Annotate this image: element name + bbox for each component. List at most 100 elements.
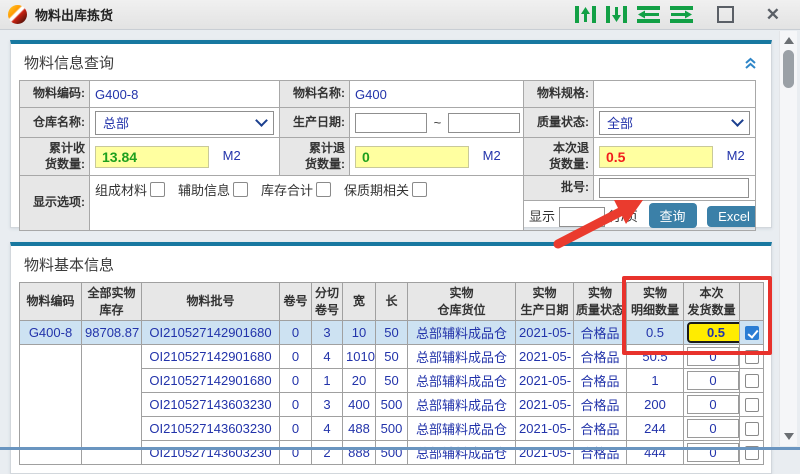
scroll-up-icon[interactable] xyxy=(784,37,794,44)
cell-batch: OI210527142901680 xyxy=(142,345,280,369)
cell-roll: 0 xyxy=(280,441,312,465)
material-spec-value xyxy=(594,81,756,108)
detail-panel-title: 物料基本信息 xyxy=(11,246,771,282)
display-option-label: 库存合计 xyxy=(261,180,313,199)
cell-roll: 0 xyxy=(280,321,312,345)
cell-width: 20 xyxy=(343,369,376,393)
batch-no-input[interactable] xyxy=(599,178,749,198)
cell-roll: 0 xyxy=(280,345,312,369)
cell-length: 500 xyxy=(376,417,408,441)
ship-qty-input[interactable]: 0.5 xyxy=(687,322,740,343)
cell-batch: OI210527143603230 xyxy=(142,441,280,465)
table-row[interactable]: OI21052714290168004101050总部辅料成品仓2021-05-… xyxy=(20,345,764,369)
cell-quality: 合格品 xyxy=(574,345,627,369)
row-checkbox[interactable] xyxy=(745,350,759,364)
close-button[interactable]: ✕ xyxy=(766,6,780,23)
cell-length: 50 xyxy=(376,345,408,369)
prod-date-label: 生产日期: xyxy=(280,108,350,138)
cell-check xyxy=(740,345,764,369)
cell-check xyxy=(740,441,764,465)
vertical-scrollbar[interactable] xyxy=(779,31,797,446)
column-header-date: 实物 生产日期 xyxy=(516,283,574,321)
dock-right-icon[interactable] xyxy=(670,6,693,23)
rows-per-page-input[interactable] xyxy=(559,207,605,227)
table-row[interactable]: G400-898708.87OI210527142901680031050总部辅… xyxy=(20,321,764,345)
dock-up-icon[interactable] xyxy=(575,6,596,23)
cell-quality: 合格品 xyxy=(574,417,627,441)
cell-total: 98708.87 xyxy=(82,321,142,345)
ship-qty-input[interactable]: 0 xyxy=(687,419,739,438)
column-header-width: 宽 xyxy=(343,283,376,321)
cell-width: 400 xyxy=(343,393,376,417)
column-header-length: 长 xyxy=(376,283,408,321)
row-checkbox[interactable] xyxy=(745,374,759,388)
ship-qty-input[interactable]: 0 xyxy=(687,371,739,390)
date-range-separator: ~ xyxy=(434,115,442,130)
query-form: 物料编码: G400-8 物料名称: G400 物料规格: 仓库名称: 总部 生… xyxy=(19,80,756,231)
cell-ship: 0 xyxy=(684,369,740,393)
display-option-label: 组成材料 xyxy=(95,180,147,199)
display-option: 组成材料 xyxy=(95,180,165,199)
cell-qty: 200 xyxy=(627,393,684,417)
ship-qty-input[interactable]: 0 xyxy=(687,395,739,414)
cell-roll: 0 xyxy=(280,417,312,441)
cell-length: 50 xyxy=(376,369,408,393)
quality-status-label: 质量状态: xyxy=(524,108,594,138)
display-option-checkbox[interactable] xyxy=(150,182,165,197)
cell-location: 总部辅料成品仓 xyxy=(408,417,516,441)
excel-button[interactable]: Excel xyxy=(707,206,755,227)
cell-split: 2 xyxy=(312,441,343,465)
warehouse-select[interactable]: 总部 xyxy=(95,111,274,135)
column-header-total: 全部实物 库存 xyxy=(82,283,142,321)
cell-check xyxy=(740,321,764,345)
scroll-down-icon[interactable] xyxy=(784,433,794,440)
quality-status-select[interactable]: 全部 xyxy=(599,111,750,135)
pager-prefix: 显示 xyxy=(529,209,555,224)
cell-check xyxy=(740,369,764,393)
dock-left-icon[interactable] xyxy=(637,6,660,23)
cell-qty: 1 xyxy=(627,369,684,393)
cell-qty: 244 xyxy=(627,417,684,441)
row-checkbox[interactable] xyxy=(745,326,759,340)
pager-row: 显示 行/页 查询 Excel xyxy=(524,201,756,231)
row-checkbox[interactable] xyxy=(745,398,759,412)
cell-qty: 50.5 xyxy=(627,345,684,369)
display-option-checkbox[interactable] xyxy=(316,182,331,197)
window-controls: ✕ xyxy=(575,6,786,23)
scroll-thumb[interactable] xyxy=(783,50,794,88)
column-header-check xyxy=(740,283,764,321)
display-option: 库存合计 xyxy=(261,180,331,199)
cell-code: G400-8 xyxy=(20,321,82,345)
dock-down-icon[interactable] xyxy=(606,6,627,23)
query-panel-title: 物料信息查询 xyxy=(11,44,771,80)
prod-date-from-input[interactable] xyxy=(355,113,427,133)
cell-ship: 0 xyxy=(684,441,740,465)
row-checkbox[interactable] xyxy=(745,422,759,436)
query-button[interactable]: 查询 xyxy=(649,203,697,228)
display-option-checkbox[interactable] xyxy=(412,182,427,197)
ship-qty-input[interactable]: 0 xyxy=(687,443,739,462)
cell-batch: OI210527142901680 xyxy=(142,369,280,393)
column-header-split: 分切 卷号 xyxy=(312,283,343,321)
cell-date: 2021-05- xyxy=(516,393,574,417)
cell-ship: 0 xyxy=(684,417,740,441)
display-option-label: 保质期相关 xyxy=(344,180,409,199)
collapse-section-button[interactable] xyxy=(744,56,757,74)
warehouse-label: 仓库名称: xyxy=(20,108,90,138)
cell-location: 总部辅料成品仓 xyxy=(408,441,516,465)
display-option-checkbox[interactable] xyxy=(233,182,248,197)
cell-location: 总部辅料成品仓 xyxy=(408,393,516,417)
prod-date-to-input[interactable] xyxy=(448,113,520,133)
column-header-location: 实物 仓库货位 xyxy=(408,283,516,321)
cell-date: 2021-05- xyxy=(516,345,574,369)
total-returned-unit: M2 xyxy=(483,148,501,163)
ship-qty-input[interactable]: 0 xyxy=(687,347,739,366)
cell-width: 1010 xyxy=(343,345,376,369)
current-return-label: 本次退 货数量: xyxy=(524,138,594,176)
maximize-button[interactable] xyxy=(717,6,734,23)
chevron-down-icon xyxy=(731,114,744,127)
cell-quality: 合格品 xyxy=(574,321,627,345)
cell-split: 3 xyxy=(312,393,343,417)
display-option: 辅助信息 xyxy=(178,180,248,199)
quality-status-select-value: 全部 xyxy=(607,113,633,132)
